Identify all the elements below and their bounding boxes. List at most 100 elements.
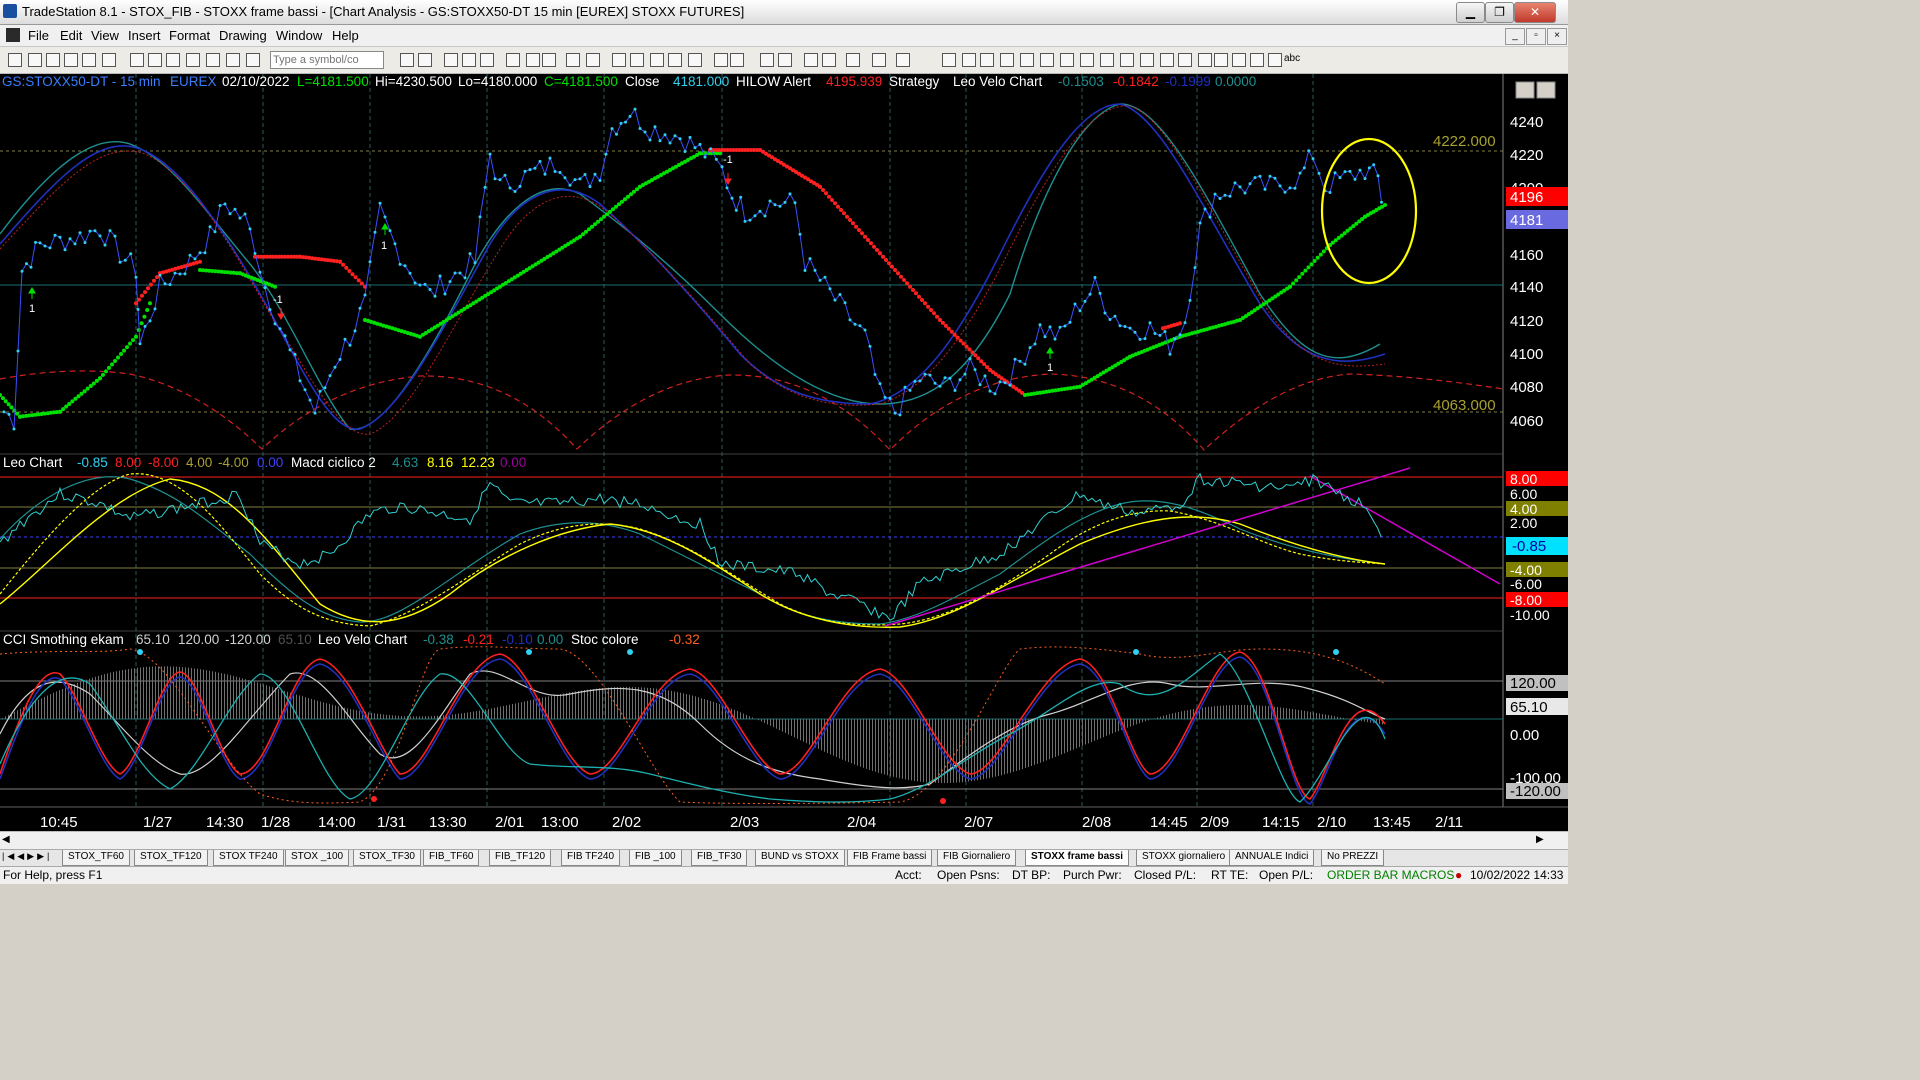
toolbar-button-icon[interactable] (942, 53, 956, 67)
sheet-tab[interactable]: STOXX frame bassi (1025, 850, 1130, 866)
menu-help[interactable]: Help (332, 28, 359, 43)
toolbar-button-icon[interactable] (612, 53, 626, 67)
toolbar-button-icon[interactable] (64, 53, 78, 67)
toolbar-button-icon[interactable] (822, 53, 836, 67)
toolbar-button-icon[interactable] (846, 53, 860, 67)
sheet-tab[interactable]: FIB Giornaliero (937, 850, 1017, 866)
toolbar-button-icon[interactable] (630, 53, 644, 67)
toolbar-button-icon[interactable] (962, 53, 976, 67)
toolbar-button-icon[interactable] (1060, 53, 1074, 67)
scroll-left-icon[interactable]: ◀ (2, 834, 14, 846)
toolbar-button-icon[interactable] (1020, 53, 1034, 67)
mdi-minimize-button[interactable]: _ (1505, 28, 1525, 45)
sheet-tab[interactable]: ANNUALE Indici (1229, 850, 1315, 866)
sheet-tab[interactable]: FIB TF240 (561, 850, 621, 866)
toolbar-button-icon[interactable] (8, 53, 22, 67)
horizontal-scrollbar[interactable]: ◀ ▶ (0, 831, 1568, 849)
mdi-close-button[interactable]: × (1547, 28, 1567, 45)
toolbar-button-icon[interactable] (1080, 53, 1094, 67)
toolbar-button-icon[interactable] (650, 53, 664, 67)
toolbar-button-icon[interactable] (206, 53, 220, 67)
toolbar-button-icon[interactable] (586, 53, 600, 67)
sheet-tab[interactable]: STOX_TF30 (353, 850, 421, 866)
toolbar-button-icon[interactable] (760, 53, 774, 67)
toolbar-button-icon[interactable] (1198, 53, 1212, 67)
text-tool-label[interactable]: abc (1284, 53, 1300, 64)
toolbar-button-icon[interactable] (148, 53, 162, 67)
toolbar-button-icon[interactable] (1140, 53, 1154, 67)
toolbar-button-icon[interactable] (480, 53, 494, 67)
toolbar-button-icon[interactable] (714, 53, 728, 67)
menu-edit[interactable]: Edit (60, 28, 82, 43)
chart-area[interactable]: 1 -1 1 -1 1 4222.000 4063.000 4240 4220 … (0, 74, 1568, 831)
toolbar-button-icon[interactable] (730, 53, 744, 67)
toolbar-button-icon[interactable] (444, 53, 458, 67)
toolbar-button-icon[interactable] (400, 53, 414, 67)
toolbar-button-icon[interactable] (542, 53, 556, 67)
toolbar-button-icon[interactable] (462, 53, 476, 67)
toolbar-button-icon[interactable] (82, 53, 96, 67)
sheet-tab[interactable]: FIB _100 (629, 850, 682, 866)
chart-window-icon[interactable] (6, 28, 20, 42)
menu-window[interactable]: Window (276, 28, 322, 43)
toolbar-button-icon[interactable] (246, 53, 260, 67)
price-point (408, 271, 412, 275)
sheet-tab[interactable]: STOX_TF60 (62, 850, 130, 866)
toolbar-button-icon[interactable] (1040, 53, 1054, 67)
toolbar-button-icon[interactable] (1232, 53, 1246, 67)
sheet-tab[interactable]: STOX_TF120 (134, 850, 208, 866)
menu-drawing[interactable]: Drawing (219, 28, 267, 43)
panel-minimize-button[interactable] (1515, 81, 1535, 99)
toolbar-button-icon[interactable] (1268, 53, 1282, 67)
menu-format[interactable]: Format (169, 28, 210, 43)
close-button[interactable]: ✕ (1514, 2, 1556, 23)
minimize-button[interactable]: ▁ (1456, 2, 1485, 23)
toolbar-button-icon[interactable] (166, 53, 180, 67)
mdi-restore-button[interactable]: ▫ (1526, 28, 1546, 45)
toolbar-button-icon[interactable] (896, 53, 910, 67)
toolbar-button-icon[interactable] (804, 53, 818, 67)
toolbar-button-icon[interactable] (1160, 53, 1174, 67)
sheet-tab[interactable]: FIB_TF60 (423, 850, 480, 866)
sheet-tab[interactable]: STOXX giornaliero (1136, 850, 1232, 866)
toolbar-button-icon[interactable] (102, 53, 116, 67)
toolbar-button-icon[interactable] (1100, 53, 1114, 67)
toolbar-button-icon[interactable] (1250, 53, 1264, 67)
sheet-tab[interactable]: STOX _100 (285, 850, 350, 866)
toolbar-button-icon[interactable] (1214, 53, 1228, 67)
toolbar-button-icon[interactable] (688, 53, 702, 67)
tab-navigation-icons[interactable]: |◀◀▶▶| (2, 851, 52, 862)
toolbar-button-icon[interactable] (1120, 53, 1134, 67)
sheet-tab[interactable]: FIB Frame bassi (847, 850, 933, 866)
toolbar-button-icon[interactable] (980, 53, 994, 67)
toolbar-button-icon[interactable] (872, 53, 886, 67)
sheet-tab[interactable]: FIB_TF120 (489, 850, 552, 866)
scroll-right-icon[interactable]: ▶ (1536, 834, 1550, 846)
menu-view[interactable]: View (91, 28, 119, 43)
toolbar-button-icon[interactable] (418, 53, 432, 67)
toolbar-button-icon[interactable] (46, 53, 60, 67)
toolbar-button-icon[interactable] (1000, 53, 1014, 67)
toolbar-button-icon[interactable] (28, 53, 42, 67)
sheet-tab[interactable]: STOX TF240 (213, 850, 284, 866)
sheet-tab[interactable]: FIB_TF30 (691, 850, 748, 866)
menu-file[interactable]: File (28, 28, 49, 43)
toolbar-button-icon[interactable] (526, 53, 540, 67)
sheet-tab[interactable]: BUND vs STOXX (755, 850, 845, 866)
maximize-button[interactable]: ❐ (1485, 2, 1514, 23)
symbol-input[interactable] (270, 51, 384, 69)
toolbar-button-icon[interactable] (778, 53, 792, 67)
cci-bar (1364, 719, 1365, 722)
toolbar-button-icon[interactable] (506, 53, 520, 67)
toolbar-button-icon[interactable] (566, 53, 580, 67)
status-macros[interactable]: ORDER BAR MACROS (1327, 868, 1454, 882)
toolbar-button-icon[interactable] (130, 53, 144, 67)
toolbar-button-icon[interactable] (1178, 53, 1192, 67)
sheet-tab[interactable]: No PREZZI (1321, 850, 1385, 866)
panel-restore-button[interactable] (1536, 81, 1556, 99)
toolbar-button-icon[interactable] (226, 53, 240, 67)
price-point (953, 389, 957, 392)
toolbar-button-icon[interactable] (186, 53, 200, 67)
toolbar-button-icon[interactable] (668, 53, 682, 67)
menu-insert[interactable]: Insert (128, 28, 161, 43)
